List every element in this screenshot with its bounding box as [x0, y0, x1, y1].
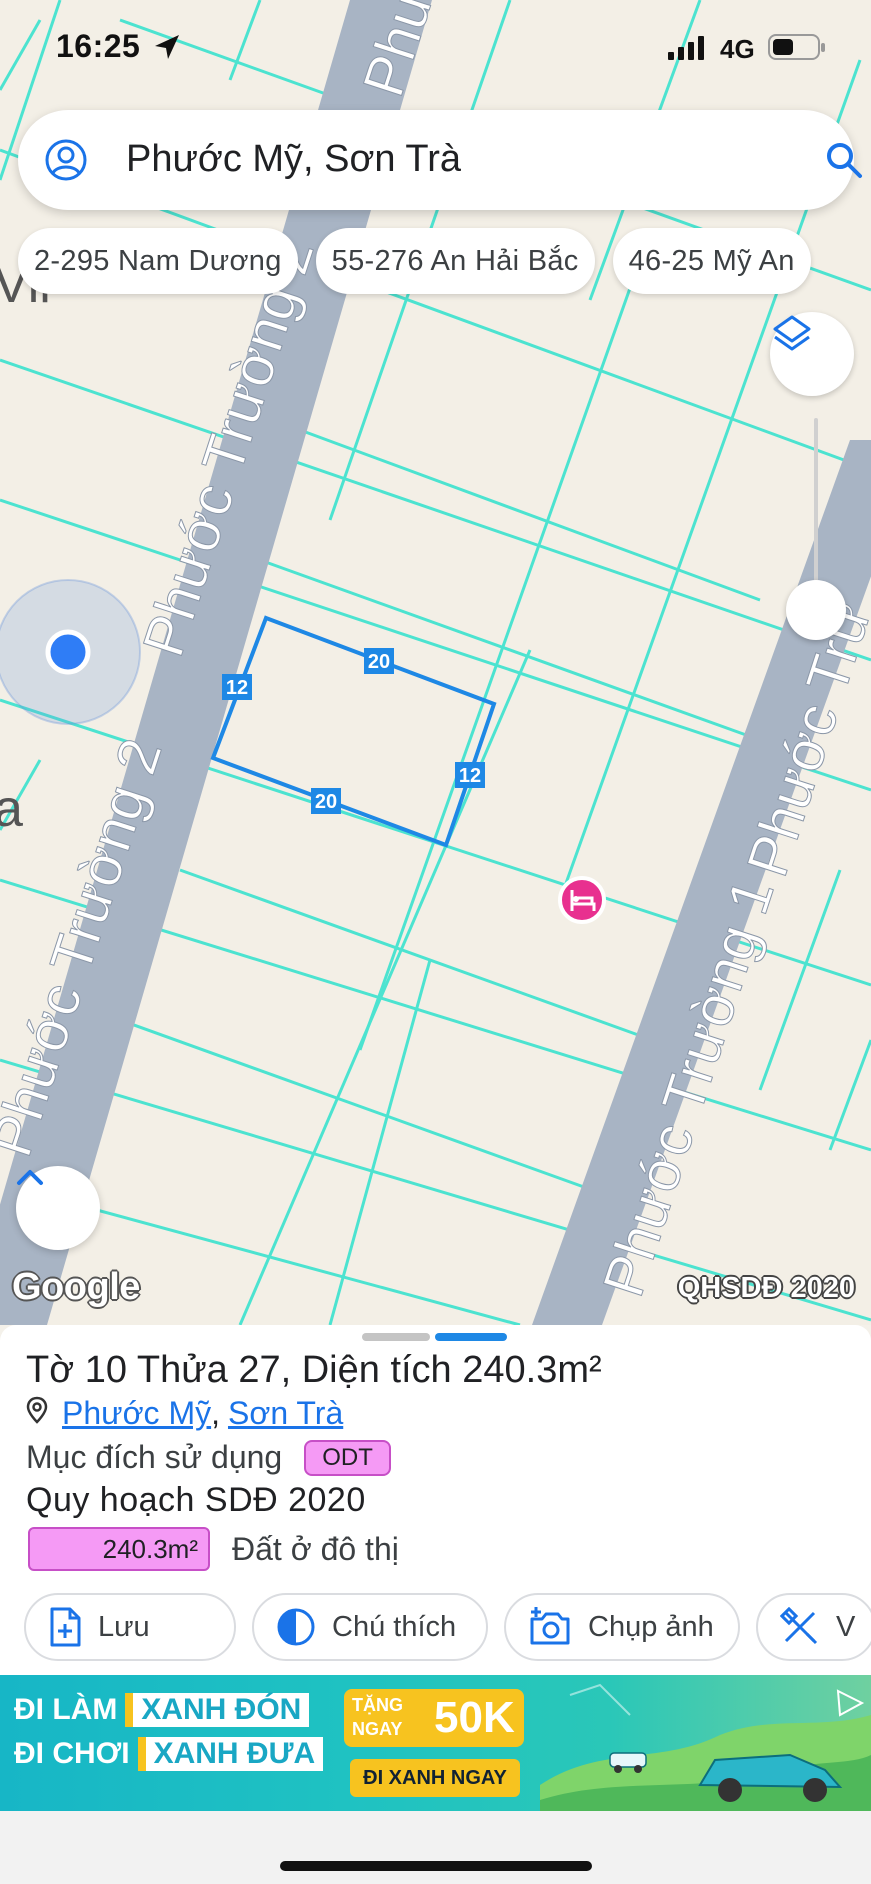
dimension-right: 12	[459, 765, 481, 787]
capture-button[interactable]: Chụp ảnh	[504, 1593, 740, 1661]
purpose-label: Mục đích sử dụng	[26, 1439, 283, 1475]
ward-link[interactable]: Phước Mỹ	[62, 1395, 211, 1432]
sheet-handle[interactable]	[362, 1333, 430, 1341]
home-indicator-area	[0, 1811, 871, 1884]
location-pin-icon	[26, 1395, 48, 1432]
suggestion-chips: 2-295 Nam Dương 55-276 An Hải Bắc 46-25 …	[18, 228, 811, 294]
layers-icon	[773, 315, 811, 351]
ad-choices-icon[interactable]	[836, 1689, 865, 1717]
my-location-marker[interactable]	[0, 579, 141, 725]
ad-banner[interactable]: ĐI LÀM XANH ĐÓN ĐI CHƠI XANH ĐƯA TẶNG NG…	[0, 1675, 871, 1811]
lot-number: 27,	[238, 1349, 292, 1391]
contrast-icon	[277, 1608, 315, 1646]
add-file-icon	[50, 1607, 81, 1647]
ad-line-1: ĐI LÀM XANH ĐÓN	[14, 1693, 310, 1727]
plan-title: Quy hoạch SDĐ 2020	[26, 1481, 366, 1519]
save-button[interactable]: Lưu	[24, 1593, 236, 1661]
dimension-left: 12	[226, 677, 248, 699]
hotel-pin-icon[interactable]	[558, 876, 606, 924]
tools-button-label: V	[836, 1610, 856, 1643]
chevron-up-icon	[17, 1170, 43, 1185]
land-use-purpose: Mục đích sử dụng ODT	[26, 1439, 391, 1476]
sheet-handle-active[interactable]	[435, 1333, 507, 1341]
add-photo-icon	[530, 1607, 570, 1645]
parcel-area: 240.3m²	[462, 1349, 602, 1391]
ruler-pencil-icon	[780, 1607, 818, 1645]
suggestion-chip[interactable]: 2-295 Nam Dương	[18, 228, 298, 294]
dimension-top: 20	[368, 651, 390, 673]
capture-button-label: Chụp ảnh	[588, 1610, 714, 1643]
address-separator: ,	[211, 1395, 220, 1431]
suggestion-chip[interactable]: 55-276 An Hải Bắc	[315, 228, 595, 294]
district-link[interactable]: Sơn Trà	[228, 1395, 343, 1432]
plan-area-chip: 240.3m²	[28, 1527, 210, 1571]
plan-use-description: Đất ở đô thị	[232, 1530, 399, 1567]
layers-button[interactable]	[770, 312, 854, 396]
suggestion-chip[interactable]: 46-25 Mỹ An	[612, 228, 811, 294]
google-logo: Google	[12, 1266, 140, 1308]
parcel-address: Phước Mỹ , Sơn Trà	[26, 1395, 343, 1432]
search-query[interactable]: Phước Mỹ, Sơn Trà	[126, 138, 461, 181]
ad-line-2: ĐI CHƠI XANH ĐƯA	[14, 1737, 324, 1771]
status-bar: 16:25 4G	[0, 0, 871, 96]
zoom-slider-handle[interactable]	[786, 580, 846, 640]
action-buttons: Lưu Chú thích Chụp ảnh V	[24, 1593, 871, 1661]
ad-illustration	[540, 1683, 871, 1811]
home-indicator[interactable]	[280, 1861, 592, 1871]
layer-label: QHSDĐ 2020	[677, 1272, 855, 1304]
parcel-title: Tờ 10 Thửa 27, Diện tích 240.3m²	[26, 1349, 602, 1391]
status-time: 16:25	[56, 28, 141, 64]
ad-promo-badge: TẶNG NGAY 50K	[344, 1689, 524, 1747]
legend-button-label: Chú thích	[332, 1610, 457, 1643]
search-bar[interactable]: Phước Mỹ, Sơn Trà	[18, 110, 862, 210]
purpose-code-badge: ODT	[304, 1439, 391, 1476]
tools-button[interactable]: V	[756, 1593, 871, 1661]
ad-cta-button[interactable]: ĐI XANH NGAY	[350, 1759, 520, 1797]
save-button-label: Lưu	[98, 1610, 150, 1643]
edge-label: a	[0, 780, 23, 838]
plan-area-row: 240.3m² Đất ở đô thị	[28, 1527, 399, 1571]
network-type: 4G	[720, 34, 755, 64]
legend-button[interactable]: Chú thích	[252, 1593, 488, 1661]
expand-up-button[interactable]	[16, 1166, 100, 1250]
parcel-info-sheet[interactable]: Tờ 10 Thửa 27, Diện tích 240.3m² Phước M…	[0, 1325, 871, 1675]
sheet-number: 10	[84, 1349, 127, 1391]
dimension-bottom: 20	[315, 791, 337, 813]
map-view[interactable]: Phước Trường 2 Phước Trường 2 Phước Trườ…	[0, 0, 871, 1325]
